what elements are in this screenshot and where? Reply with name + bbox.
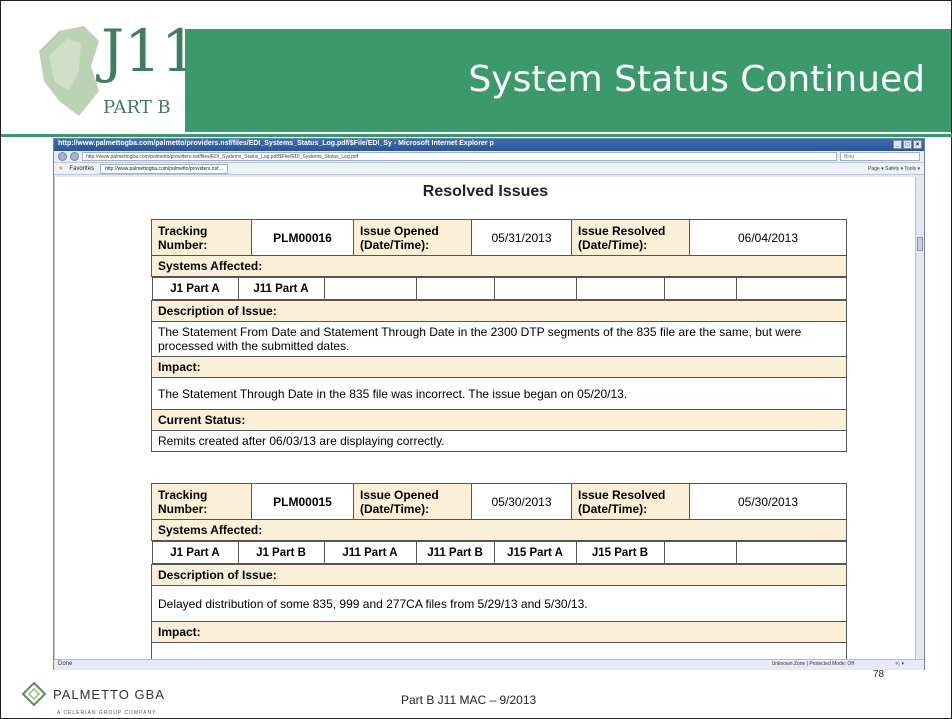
system-cell (323, 277, 417, 300)
system-cell (663, 541, 737, 564)
security-zone: Unknown Zone | Protected Mode: Off (771, 661, 854, 667)
system-cell: J11 Part A (323, 541, 417, 564)
forward-icon[interactable] (70, 152, 79, 161)
footer-org-name: PALMETTO GBA (53, 686, 165, 702)
opened-value: 05/31/2013 (471, 219, 572, 256)
star-icon[interactable]: ★ (58, 165, 63, 172)
system-cell: J11 Part B (415, 541, 495, 564)
close-icon[interactable]: × (913, 140, 922, 149)
system-cell (663, 277, 737, 300)
description-label: Description of Issue: (151, 564, 847, 586)
logo-j11-text: J11 (101, 17, 199, 85)
back-icon[interactable] (58, 152, 67, 161)
tracking-value: PLM00015 (251, 483, 354, 520)
system-cell: J11 Part A (237, 277, 325, 300)
impact-text (151, 642, 847, 659)
resolved-label: Issue Resolved (Date/Time): (571, 483, 690, 520)
impact-label: Impact: (151, 356, 847, 378)
document-heading: Resolved Issues (422, 183, 549, 200)
issue-table: Tracking Number: PLM00016 Issue Opened (… (151, 219, 847, 452)
opened-label: Issue Opened (Date/Time): (353, 219, 472, 256)
resolved-label: Issue Resolved (Date/Time): (571, 219, 690, 256)
favorites-bar: ★ Favorites http://www.palmettogba.com/p… (54, 163, 924, 175)
description-text: The Statement From Date and Statement Th… (151, 321, 847, 357)
status-bar: Done Unknown Zone | Protected Mode: Off … (54, 659, 924, 670)
slide-title: System Status Continued (468, 59, 925, 100)
tracking-value: PLM00016 (251, 219, 354, 256)
window-title: http://www.palmettogba.com/palmetto/prov… (58, 140, 494, 147)
systems-label: Systems Affected: (151, 519, 847, 541)
logo-partb-text: PART B (103, 97, 171, 118)
description-text: Delayed distribution of some 835, 999 an… (151, 585, 847, 622)
address-bar: http://www.palmettogba.com/palmetto/prov… (54, 151, 924, 163)
system-cell (415, 277, 495, 300)
current-status-text: Remits created after 06/03/13 are displa… (151, 430, 847, 452)
opened-label: Issue Opened (Date/Time): (353, 483, 472, 520)
diamond-logo-icon (21, 681, 47, 707)
system-cell: J15 Part A (493, 541, 577, 564)
opened-value: 05/30/2013 (471, 483, 572, 520)
system-cell: J1 Part A (151, 541, 239, 564)
system-cell: J15 Part B (575, 541, 665, 564)
tracking-label: Tracking Number: (151, 483, 252, 520)
favorites-button[interactable]: Favorites (69, 166, 94, 172)
tracking-label: Tracking Number: (151, 219, 252, 256)
resolved-value: 05/30/2013 (689, 483, 847, 520)
divider-line (1, 134, 952, 137)
page-number: 78 (873, 669, 885, 680)
current-status-label: Current Status: (151, 409, 847, 431)
impact-label: Impact: (151, 621, 847, 643)
status-text: Done (58, 661, 73, 667)
url-input[interactable]: http://www.palmettogba.com/palmetto/prov… (82, 152, 837, 161)
systems-label: Systems Affected: (151, 255, 847, 277)
footer-center-text: Part B J11 MAC – 9/2013 (401, 693, 537, 707)
issue-table: Tracking Number: PLM00015 Issue Opened (… (151, 483, 847, 659)
scrollbar-thumb[interactable] (917, 237, 923, 251)
maximize-icon[interactable]: □ (903, 140, 912, 149)
footer-org-sub: A CELERIAN GROUP COMPANY (57, 710, 157, 716)
resolved-value: 06/04/2013 (689, 219, 847, 256)
title-band: System Status Continued (185, 29, 951, 132)
system-cell (575, 277, 665, 300)
impact-text: The Statement Through Date in the 835 fi… (151, 377, 847, 410)
system-cell (493, 277, 577, 300)
slide: J11 PART B System Status Continued http:… (0, 0, 952, 719)
system-cell (735, 277, 847, 300)
state-map-icon (39, 26, 99, 116)
description-label: Description of Issue: (151, 300, 847, 322)
system-cell (735, 541, 847, 564)
browser-window: http://www.palmettogba.com/palmetto/prov… (53, 138, 925, 670)
browser-titlebar: http://www.palmettogba.com/palmetto/prov… (54, 139, 924, 151)
toolbar-menus[interactable]: Page ▾ Safety ▾ Tools ▾ (868, 166, 920, 172)
j11-logo: J11 PART B (29, 13, 198, 133)
pdf-viewport[interactable]: Resolved Issues Tracking Number: PLM0001… (54, 177, 915, 659)
zoom-control[interactable]: ⁴⁄₂ ▾ (895, 661, 904, 667)
palmetto-logo: PALMETTO GBA A CELERIAN GROUP COMPANY (21, 681, 165, 716)
system-cell: J1 Part A (151, 277, 239, 300)
search-input[interactable]: Bing (840, 152, 920, 161)
minimize-icon[interactable]: _ (893, 140, 902, 149)
system-cell: J1 Part B (237, 541, 325, 564)
browser-tab[interactable]: http://www.palmettogba.com/palmetto/prov… (100, 163, 228, 174)
vertical-scrollbar[interactable] (915, 177, 924, 659)
